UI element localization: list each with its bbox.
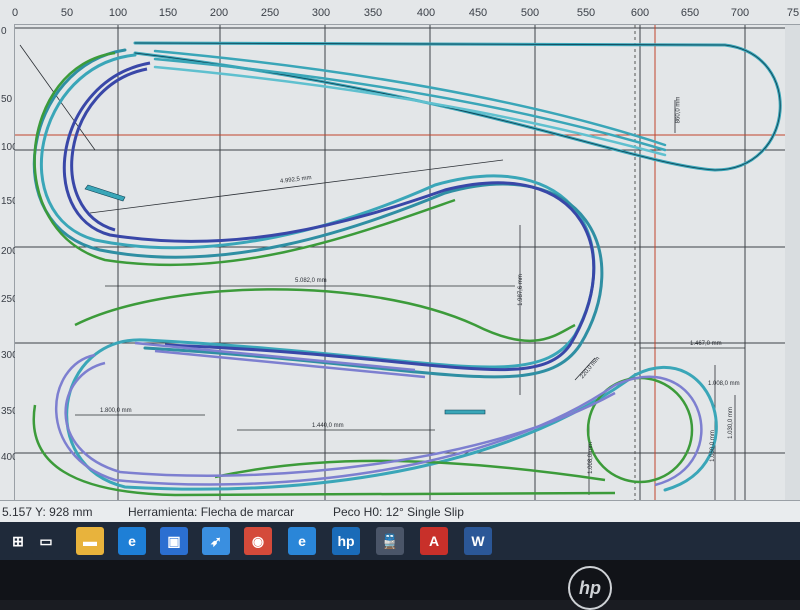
ruler-x-tick: 600	[630, 7, 650, 19]
ruler-x-tick: 300	[311, 7, 331, 19]
track-plan[interactable]	[15, 25, 785, 500]
edge-icon[interactable]: e	[118, 527, 146, 555]
dimension-label: 1.467,0 mm	[690, 341, 722, 347]
dimension-label: 1.008,0 mm	[587, 442, 594, 474]
dimension-lines	[19, 44, 745, 500]
ruler-x-tick: 250	[260, 7, 280, 19]
screen: 0 50 100 150 200 250 300 350 400 450 500 550 600 650 7…	[0, 0, 800, 560]
hp-icon[interactable]: hp	[332, 527, 360, 555]
store-icon[interactable]: ▣	[160, 527, 188, 555]
ruler-x-tick: 50	[60, 7, 74, 19]
vertical-ruler: 0 50 100 150 200 250 300 350 400	[0, 24, 18, 500]
acrobat-icon[interactable]: A	[420, 527, 448, 555]
dimension-label: 1.987,6 mm	[517, 274, 524, 306]
dimension-label: 1.050,0 mm	[709, 430, 716, 462]
track-bundle-lilac[interactable]	[55, 341, 703, 487]
train-app-icon[interactable]: 🚆	[376, 527, 404, 555]
ruler-x-tick: 350	[363, 7, 383, 19]
dimension-label: 1.440,0 mm	[312, 423, 344, 429]
laptop-bezel	[0, 560, 800, 600]
ruler-x-tick: 500	[520, 7, 540, 19]
ruler-x-tick: 700	[730, 7, 750, 19]
task-view-icon[interactable]: ▭	[32, 527, 60, 555]
start-icon[interactable]: ⊞	[4, 527, 32, 555]
windows-taskbar: ⊞ ▭ ▬ e ▣ ➶ ◉ e hp 🚆 A W	[0, 522, 800, 560]
track-bundle-blue[interactable]	[62, 61, 596, 372]
hp-logo: hp	[568, 566, 612, 610]
cursor-coordinates: 5.157 Y: 928 mm	[2, 505, 93, 519]
ruler-x-tick: 0	[11, 7, 19, 19]
word-icon[interactable]: W	[464, 527, 492, 555]
ie-icon[interactable]: e	[288, 527, 316, 555]
ruler-x-tick: 200	[209, 7, 229, 19]
selected-part: Peco H0: 12° Single Slip	[333, 505, 464, 519]
chrome-icon[interactable]: ◉	[244, 527, 272, 555]
dimension-label: 5.082,0 mm	[295, 278, 327, 284]
ruler-x-tick: 100	[108, 7, 128, 19]
ruler-x-tick: 650	[680, 7, 700, 19]
loose-track-pieces[interactable]	[84, 184, 486, 415]
dimension-label: 1.800,0 mm	[100, 408, 132, 414]
ruler-x-tick: 75	[786, 7, 800, 19]
rocket-app-icon[interactable]: ➶	[202, 527, 230, 555]
track-bundle-teal[interactable]	[32, 41, 782, 492]
ruler-x-tick: 150	[158, 7, 178, 19]
horizontal-ruler: 0 50 100 150 200 250 300 350 400 450 500 550 600 650 7…	[0, 0, 800, 25]
dimension-label: 860,0 mm	[675, 96, 682, 124]
layout-canvas[interactable]: 4.992,5 mm 5.082,0 mm 1.987,6 mm 1.467,0…	[15, 25, 785, 500]
ruler-x-tick: 400	[416, 7, 436, 19]
dimension-label: 1.030,0 mm	[727, 407, 734, 439]
ruler-x-tick: 450	[468, 7, 488, 19]
dimension-label: 1.008,0 mm	[708, 381, 740, 387]
ruler-y-tick: 0	[1, 26, 7, 37]
ruler-y-tick: 50	[1, 94, 13, 105]
status-bar: 5.157 Y: 928 mm Herramienta: Flecha de m…	[0, 500, 800, 523]
ruler-x-tick: 550	[576, 7, 596, 19]
current-tool: Herramienta: Flecha de marcar	[128, 505, 295, 519]
file-explorer-icon[interactable]: ▬	[76, 527, 104, 555]
